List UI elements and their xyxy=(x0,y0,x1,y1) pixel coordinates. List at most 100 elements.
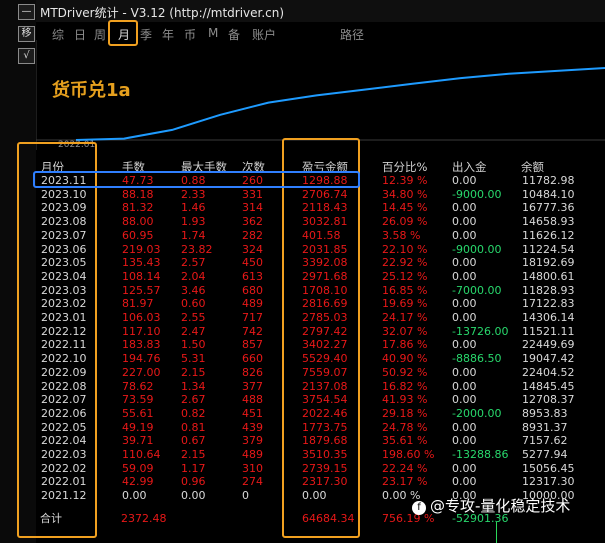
cell-deposit: -7000.00 xyxy=(452,283,502,297)
watermark: f @专攻-量化稳定技术 xyxy=(412,495,570,516)
cell-percent: 12.39 % xyxy=(382,174,428,187)
cell-percent: 25.12 % xyxy=(382,269,428,283)
cell-lots: 88.00 xyxy=(122,215,154,229)
chart-title: 货币兑1a xyxy=(52,80,131,101)
cell-max-lots: 2.57 xyxy=(181,256,206,270)
cell-count: 274 xyxy=(242,475,263,489)
cell-max-lots: 0.60 xyxy=(181,297,206,311)
cell-lots: 110.64 xyxy=(122,448,161,461)
cell-lots: 117.10 xyxy=(122,324,161,338)
cell-max-lots: 3.46 xyxy=(181,283,206,297)
cell-max-lots: 1.50 xyxy=(181,338,206,352)
cell-max-lots: 2.55 xyxy=(181,311,206,324)
cell-balance: 11626.12 xyxy=(522,228,575,242)
cell-max-lots: 0.81 xyxy=(181,420,206,434)
cell-count: 660 xyxy=(242,352,263,366)
cell-balance: 17122.83 xyxy=(522,297,575,311)
window-title: MTDriver统计 - V3.12 (http://mtdriver.cn) xyxy=(40,6,285,20)
cell-deposit: -13288.86 xyxy=(452,448,509,461)
cell-balance: 14306.14 xyxy=(522,311,575,324)
cell-count: 450 xyxy=(242,256,263,270)
cell-balance: 19047.42 xyxy=(522,352,575,366)
cell-count: 439 xyxy=(242,420,263,434)
cell-max-lots: 5.31 xyxy=(181,352,206,366)
cell-balance: 11782.98 xyxy=(522,174,575,187)
cell-balance: 14845.45 xyxy=(522,379,575,393)
cell-balance: 5277.94 xyxy=(522,448,568,461)
cell-balance: 11828.93 xyxy=(522,283,575,297)
cell-percent: 16.85 % xyxy=(382,283,428,297)
cell-count: 489 xyxy=(242,297,263,311)
cell-deposit: 0.00 xyxy=(452,461,477,475)
cell-max-lots: 1.46 xyxy=(181,201,206,215)
highlight-month-column xyxy=(17,142,97,538)
cell-count: 857 xyxy=(242,338,263,352)
cell-max-lots: 1.34 xyxy=(181,379,206,393)
cell-percent: 41.93 % xyxy=(382,393,428,407)
cell-balance: 18192.69 xyxy=(522,256,575,270)
cell-deposit: 0.00 xyxy=(452,365,477,379)
cell-lots: 219.03 xyxy=(122,242,161,256)
cell-percent: 29.18 % xyxy=(382,406,428,420)
cell-lots: 106.03 xyxy=(122,311,161,324)
cell-lots: 88.18 xyxy=(122,187,154,201)
cell-count: 489 xyxy=(242,448,263,461)
cell-balance: 8953.83 xyxy=(522,406,568,420)
header-deposit: 出入金 xyxy=(452,160,487,174)
check-button[interactable]: √ xyxy=(18,48,35,64)
cell-lots: 81.97 xyxy=(122,297,154,311)
cell-percent: 32.07 % xyxy=(382,324,428,338)
cell-deposit: -13726.00 xyxy=(452,324,509,338)
cell-balance: 10484.10 xyxy=(522,187,575,201)
cell-count: 742 xyxy=(242,324,263,338)
cell-lots: 135.43 xyxy=(122,256,161,270)
cell-deposit: 0.00 xyxy=(452,379,477,393)
highlight-current-row xyxy=(33,171,360,188)
cell-percent: 17.86 % xyxy=(382,338,428,352)
cell-lots: 81.32 xyxy=(122,201,154,215)
cell-deposit: -8886.50 xyxy=(452,352,502,366)
cell-percent: 22.92 % xyxy=(382,256,428,270)
watermark-text: @专攻-量化稳定技术 xyxy=(430,497,571,515)
cell-count: 451 xyxy=(242,406,263,420)
cell-count: 717 xyxy=(242,311,263,324)
cell-count: 488 xyxy=(242,393,263,407)
cell-lots: 39.71 xyxy=(122,434,154,448)
cell-percent: 34.80 % xyxy=(382,187,428,201)
cell-lots: 49.19 xyxy=(122,420,154,434)
cell-max-lots: 1.93 xyxy=(181,215,206,229)
cell-lots: 59.09 xyxy=(122,461,154,475)
cell-deposit: 0.00 xyxy=(452,215,477,229)
cell-percent: 24.17 % xyxy=(382,311,428,324)
cell-lots: 55.61 xyxy=(122,406,154,420)
cell-balance: 8931.37 xyxy=(522,420,568,434)
cell-count: 613 xyxy=(242,269,263,283)
cell-percent: 22.24 % xyxy=(382,461,428,475)
cell-count: 310 xyxy=(242,461,263,475)
cell-deposit: 0.00 xyxy=(452,475,477,489)
cell-count: 314 xyxy=(242,201,263,215)
cell-balance: 11224.54 xyxy=(522,242,575,256)
minimize-button[interactable]: — xyxy=(18,4,35,20)
cell-balance: 16777.36 xyxy=(522,201,575,215)
cell-max-lots: 1.17 xyxy=(181,461,206,475)
cell-balance: 12708.37 xyxy=(522,393,575,407)
cell-deposit: 0.00 xyxy=(452,311,477,324)
cell-count: 0 xyxy=(242,489,249,503)
cell-balance: 7157.62 xyxy=(522,434,568,448)
cell-percent: 198.60 % xyxy=(382,448,435,461)
cell-max-lots: 2.47 xyxy=(181,324,206,338)
tab-7[interactable]: M xyxy=(208,26,218,40)
move-button[interactable]: 移 xyxy=(18,26,35,42)
cell-max-lots: 2.15 xyxy=(181,365,206,379)
cell-count: 331 xyxy=(242,187,263,201)
cell-count: 379 xyxy=(242,434,263,448)
highlight-month-tab xyxy=(108,20,138,46)
cell-deposit: -2000.00 xyxy=(452,406,502,420)
cell-balance: 14800.61 xyxy=(522,269,575,283)
cell-balance: 22449.69 xyxy=(522,338,575,352)
cell-deposit: 0.00 xyxy=(452,256,477,270)
cell-lots: 125.57 xyxy=(122,283,161,297)
cell-count: 324 xyxy=(242,242,263,256)
cell-percent: 50.92 % xyxy=(382,365,428,379)
